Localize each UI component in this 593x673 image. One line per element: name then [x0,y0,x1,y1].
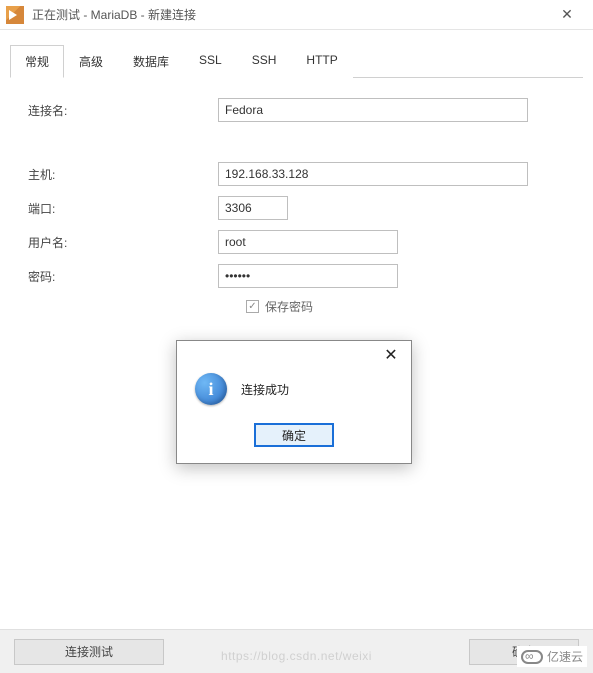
app-icon [6,6,24,24]
window-close-button[interactable]: ✕ [547,0,587,30]
save-password-checkbox[interactable]: ✓ [246,300,259,313]
dialog-close-button[interactable]: ✕ [379,345,403,365]
window-title: 正在测试 - MariaDB - 新建连接 [32,6,547,23]
port-input[interactable] [218,196,288,220]
info-icon: i [195,373,227,405]
form-area: 连接名: 主机: 端口: 用户名: 密码: ✓ 保存密码 [0,78,593,315]
tab-ssl[interactable]: SSL [184,45,237,78]
tab-http[interactable]: HTTP [291,45,352,78]
host-input[interactable] [218,162,528,186]
watermark-brand-text: 亿速云 [547,648,583,665]
save-password-label: 保存密码 [265,298,313,315]
tab-ssh[interactable]: SSH [237,45,292,78]
host-label: 主机: [28,166,218,183]
dialog-message: 连接成功 [241,381,289,398]
port-label: 端口: [28,200,218,217]
dialog-titlebar: ✕ [177,341,411,369]
bottom-bar: 连接测试 确定 [0,629,593,673]
watermark-brand: 亿速云 [517,646,587,667]
tab-advanced[interactable]: 高级 [64,45,118,78]
message-dialog: ✕ i 连接成功 确定 [176,340,412,464]
tabs-bar: 常规 高级 数据库 SSL SSH HTTP [10,44,583,78]
conn-name-label: 连接名: [28,102,218,119]
tab-general[interactable]: 常规 [10,45,64,78]
user-label: 用户名: [28,234,218,251]
test-connection-button[interactable]: 连接测试 [14,639,164,665]
user-input[interactable] [218,230,398,254]
password-input[interactable] [218,264,398,288]
tab-database[interactable]: 数据库 [118,45,184,78]
cloud-icon [521,650,543,664]
conn-name-input[interactable] [218,98,528,122]
dialog-ok-button[interactable]: 确定 [254,423,334,447]
window-titlebar: 正在测试 - MariaDB - 新建连接 ✕ [0,0,593,30]
password-label: 密码: [28,268,218,285]
